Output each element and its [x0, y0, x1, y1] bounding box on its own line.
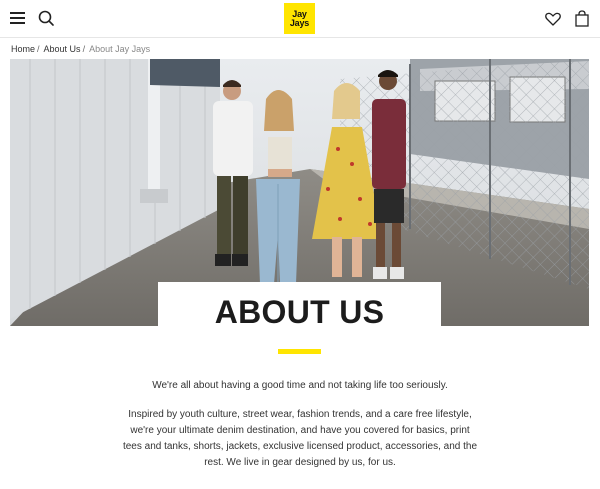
- search-icon[interactable]: [37, 9, 57, 29]
- hamburger-menu-icon[interactable]: [10, 12, 25, 25]
- breadcrumb: Home / About Us / About Jay Jays: [11, 42, 150, 56]
- breadcrumb-separator: /: [82, 44, 86, 54]
- logo-line-2: Jays: [289, 17, 310, 28]
- page-title-box: ABOUT US: [158, 282, 441, 334]
- shopping-bag-icon[interactable]: [572, 9, 592, 29]
- breadcrumb-separator: /: [37, 44, 40, 54]
- heart-icon[interactable]: [543, 9, 563, 29]
- site-header: Jay Jays: [0, 0, 600, 38]
- breadcrumb-home-link[interactable]: Home: [11, 44, 35, 54]
- about-paragraph: Inspired by youth culture, street wear, …: [122, 409, 478, 468]
- intro-paragraph: We're all about having a good time and n…: [152, 380, 448, 391]
- breadcrumb-current: About Jay Jays: [89, 44, 151, 54]
- jay-jays-logo[interactable]: Jay Jays: [284, 3, 315, 34]
- title-accent-bar: [278, 349, 321, 354]
- page-title: ABOUT US: [214, 294, 385, 330]
- breadcrumb-about-us-link[interactable]: About Us: [44, 44, 81, 54]
